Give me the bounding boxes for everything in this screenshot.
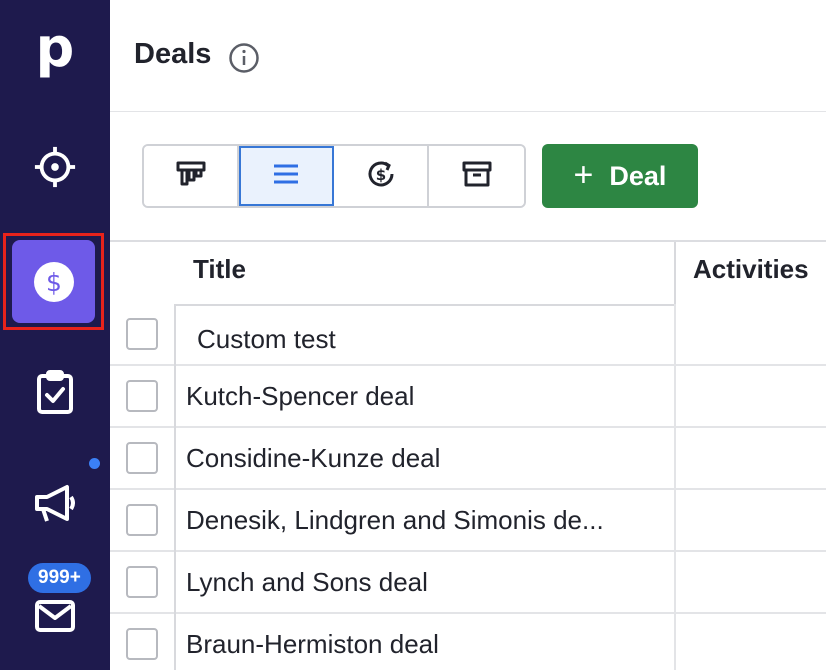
deal-title[interactable]: Considine-Kunze deal (186, 428, 671, 488)
megaphone-icon (33, 481, 77, 525)
column-divider (674, 428, 676, 490)
table-row[interactable]: Considine-Kunze deal (110, 428, 826, 490)
pipeline-icon (176, 161, 206, 192)
info-icon[interactable] (228, 42, 260, 74)
row-checkbox[interactable] (126, 628, 158, 660)
deals-table: Title Activities Custom test Kutch-Spenc… (110, 240, 826, 670)
table-row[interactable]: Kutch-Spencer deal (110, 366, 826, 428)
page-header: Deals (110, 0, 826, 112)
archive-icon (462, 161, 492, 192)
table-row[interactable]: Custom test (110, 304, 826, 366)
forecast-icon: $ (366, 159, 396, 194)
envelope-icon (33, 594, 77, 638)
column-divider (674, 366, 676, 428)
sidebar-item-campaigns[interactable] (0, 463, 110, 543)
sidebar-item-deals[interactable]: $ (12, 240, 95, 323)
sidebar-item-mail[interactable] (0, 576, 110, 656)
column-divider (674, 552, 676, 614)
svg-text:$: $ (46, 268, 62, 297)
table-row[interactable]: Lynch and Sons deal (110, 552, 826, 614)
sidebar-item-deals-highlight: $ (3, 233, 104, 330)
deal-title[interactable]: Custom test (197, 304, 682, 364)
deal-title[interactable]: Lynch and Sons deal (186, 552, 671, 612)
row-checkbox[interactable] (126, 442, 158, 474)
plus-icon: + (573, 155, 594, 194)
row-checkbox[interactable] (126, 504, 158, 536)
target-icon (33, 145, 77, 189)
pipeline-view-button[interactable] (144, 146, 239, 206)
svg-text:$: $ (375, 166, 385, 184)
list-icon (273, 163, 299, 190)
column-divider (174, 304, 176, 670)
sidebar: p $ 999+ (0, 0, 110, 670)
sidebar-item-activities[interactable] (0, 352, 110, 432)
column-header-title[interactable]: Title (193, 242, 246, 304)
list-view-button[interactable] (239, 146, 334, 206)
pipedrive-logo[interactable]: p (0, 14, 110, 94)
deal-title[interactable]: Braun-Hermiston deal (186, 614, 671, 670)
dollar-icon: $ (32, 260, 76, 304)
deal-title[interactable]: Denesik, Lindgren and Simonis de... (186, 490, 671, 550)
add-deal-label: Deal (609, 160, 667, 191)
column-divider (674, 304, 676, 366)
forecast-view-button[interactable]: $ (334, 146, 429, 206)
column-divider (674, 242, 676, 304)
row-checkbox[interactable] (126, 566, 158, 598)
table-row[interactable]: Denesik, Lindgren and Simonis de... (110, 490, 826, 552)
add-deal-button[interactable]: + Deal (542, 144, 698, 208)
column-divider (674, 490, 676, 552)
table-row[interactable]: Braun-Hermiston deal (110, 614, 826, 670)
archive-view-button[interactable] (429, 146, 524, 206)
clipboard-check-icon (33, 370, 77, 414)
view-switcher: $ (142, 144, 526, 208)
page-title: Deals (134, 38, 212, 70)
row-checkbox[interactable] (126, 318, 158, 350)
sidebar-item-leads[interactable] (0, 127, 110, 207)
column-divider (674, 614, 676, 670)
row-checkbox[interactable] (126, 380, 158, 412)
deal-title[interactable]: Kutch-Spencer deal (186, 366, 671, 426)
column-header-activities[interactable]: Activities (693, 242, 809, 304)
